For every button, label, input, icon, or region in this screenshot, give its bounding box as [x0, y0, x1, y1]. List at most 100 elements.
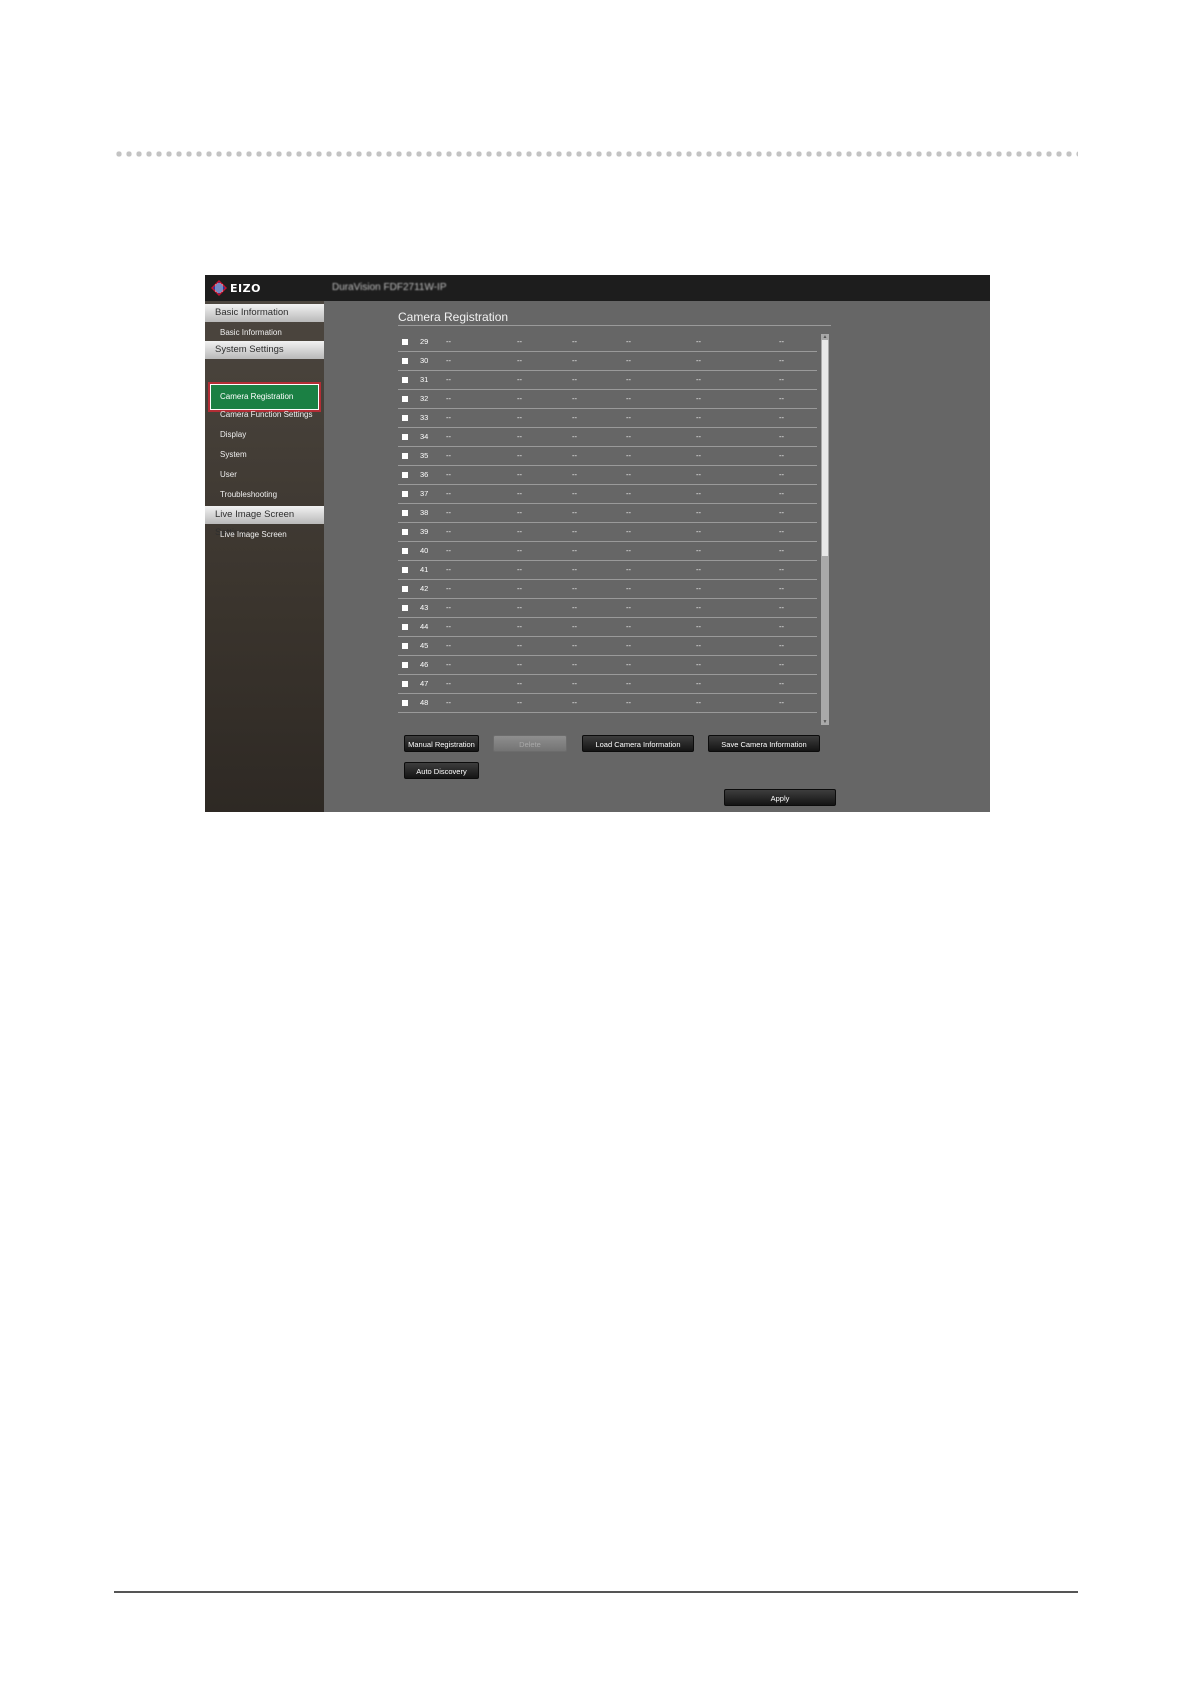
table-cell: -- [446, 508, 451, 517]
table-row[interactable]: 44 -- -- -- -- -- -- [398, 618, 817, 637]
table-row[interactable]: 31 -- -- -- -- -- -- [398, 371, 817, 390]
scrollbar-thumb[interactable] [822, 340, 828, 556]
camera-number: 39 [420, 527, 429, 536]
table-cell: -- [626, 641, 631, 650]
table-cell: -- [626, 622, 631, 631]
table-cell: -- [517, 394, 522, 403]
row-checkbox[interactable] [402, 396, 408, 402]
row-checkbox[interactable] [402, 643, 408, 649]
table-cell: -- [446, 451, 451, 460]
table-cell: -- [626, 375, 631, 384]
table-row[interactable]: 46 -- -- -- -- -- -- [398, 656, 817, 675]
table-row[interactable]: 38 -- -- -- -- -- -- [398, 504, 817, 523]
table-cell: -- [696, 489, 701, 498]
camera-number: 44 [420, 622, 429, 631]
table-cell: -- [696, 470, 701, 479]
sidebar-item-camera-registration[interactable]: Camera Registration [211, 385, 318, 409]
row-checkbox[interactable] [402, 700, 408, 706]
table-cell: -- [517, 546, 522, 555]
auto-discovery-button[interactable]: Auto Discovery [404, 762, 479, 779]
table-cell: -- [626, 337, 631, 346]
table-cell: -- [517, 432, 522, 441]
table-cell: -- [446, 432, 451, 441]
sidebar-item-troubleshooting[interactable]: Troubleshooting [220, 489, 277, 501]
row-checkbox[interactable] [402, 624, 408, 630]
row-checkbox[interactable] [402, 529, 408, 535]
sidebar-item-live-image-screen[interactable]: Live Image Screen [220, 529, 287, 541]
table-row[interactable]: 34 -- -- -- -- -- -- [398, 428, 817, 447]
table-row[interactable]: 32 -- -- -- -- -- -- [398, 390, 817, 409]
table-row[interactable]: 48 -- -- -- -- -- -- [398, 694, 817, 713]
delete-button[interactable]: Delete [493, 735, 567, 752]
table-cell: -- [696, 356, 701, 365]
top-bar: EIZO DuraVision FDF2711W-IP [205, 275, 990, 301]
row-checkbox[interactable] [402, 605, 408, 611]
brand-name: EIZO [230, 281, 261, 295]
table-row[interactable]: 37 -- -- -- -- -- -- [398, 485, 817, 504]
row-checkbox[interactable] [402, 567, 408, 573]
page-title: Camera Registration [398, 310, 509, 324]
table-row[interactable]: 33 -- -- -- -- -- -- [398, 409, 817, 428]
table-cell: -- [517, 660, 522, 669]
camera-table: 29 -- -- -- -- -- -- 30 -- -- -- -- -- -- 31 -- -- -- -- --… [398, 333, 817, 713]
table-row[interactable]: 42 -- -- -- -- -- -- [398, 580, 817, 599]
sidebar-header-live-image-screen-settings[interactable]: Live Image Screen Settings [205, 506, 324, 538]
table-cell: -- [517, 565, 522, 574]
table-cell: -- [446, 660, 451, 669]
table-cell: -- [779, 660, 784, 669]
table-row[interactable]: 29 -- -- -- -- -- -- [398, 333, 817, 352]
row-checkbox[interactable] [402, 358, 408, 364]
table-row[interactable]: 41 -- -- -- -- -- -- [398, 561, 817, 580]
model-name: DuraVision FDF2711W-IP [332, 282, 447, 293]
table-cell: -- [572, 337, 577, 346]
row-checkbox[interactable] [402, 453, 408, 459]
table-row[interactable]: 43 -- -- -- -- -- -- [398, 599, 817, 618]
table-row[interactable]: 30 -- -- -- -- -- -- [398, 352, 817, 371]
row-checkbox[interactable] [402, 377, 408, 383]
table-cell: -- [696, 603, 701, 612]
table-cell: -- [517, 413, 522, 422]
sidebar: Basic Information Basic Information Syst… [205, 301, 324, 812]
camera-number: 45 [420, 641, 429, 650]
camera-number: 43 [420, 603, 429, 612]
camera-number: 38 [420, 508, 429, 517]
table-cell: -- [517, 375, 522, 384]
sidebar-item-user[interactable]: User [220, 469, 237, 481]
manual-registration-button[interactable]: Manual Registration [404, 735, 479, 752]
sidebar-item-system[interactable]: System [220, 449, 247, 461]
table-row[interactable]: 35 -- -- -- -- -- -- [398, 447, 817, 466]
table-row[interactable]: 39 -- -- -- -- -- -- [398, 523, 817, 542]
table-row[interactable]: 47 -- -- -- -- -- -- [398, 675, 817, 694]
row-checkbox[interactable] [402, 586, 408, 592]
row-checkbox[interactable] [402, 434, 408, 440]
row-checkbox[interactable] [402, 510, 408, 516]
table-cell: -- [446, 375, 451, 384]
camera-number: 42 [420, 584, 429, 593]
camera-number: 32 [420, 394, 429, 403]
table-cell: -- [779, 375, 784, 384]
row-checkbox[interactable] [402, 548, 408, 554]
sidebar-item-camera-function-settings[interactable]: Camera Function Settings [220, 409, 313, 421]
sidebar-item-display[interactable]: Display [220, 429, 246, 441]
scroll-down-icon[interactable]: ▼ [821, 719, 829, 725]
table-cell: -- [446, 584, 451, 593]
row-checkbox[interactable] [402, 662, 408, 668]
row-checkbox[interactable] [402, 415, 408, 421]
save-camera-information-button[interactable]: Save Camera Information [708, 735, 820, 752]
row-checkbox[interactable] [402, 491, 408, 497]
sidebar-item-basic-information[interactable]: Basic Information [220, 327, 282, 339]
sidebar-header-system-settings[interactable]: System Settings [205, 341, 324, 359]
row-checkbox[interactable] [402, 681, 408, 687]
load-camera-information-button[interactable]: Load Camera Information [582, 735, 694, 752]
table-row[interactable]: 36 -- -- -- -- -- -- [398, 466, 817, 485]
table-cell: -- [572, 660, 577, 669]
table-cell: -- [779, 679, 784, 688]
sidebar-header-basic-information[interactable]: Basic Information [205, 304, 324, 322]
apply-button[interactable]: Apply [724, 789, 836, 806]
table-row[interactable]: 45 -- -- -- -- -- -- [398, 637, 817, 656]
row-checkbox[interactable] [402, 339, 408, 345]
table-row[interactable]: 40 -- -- -- -- -- -- [398, 542, 817, 561]
table-cell: -- [517, 603, 522, 612]
row-checkbox[interactable] [402, 472, 408, 478]
scrollbar[interactable]: ▲ ▼ [821, 334, 829, 725]
